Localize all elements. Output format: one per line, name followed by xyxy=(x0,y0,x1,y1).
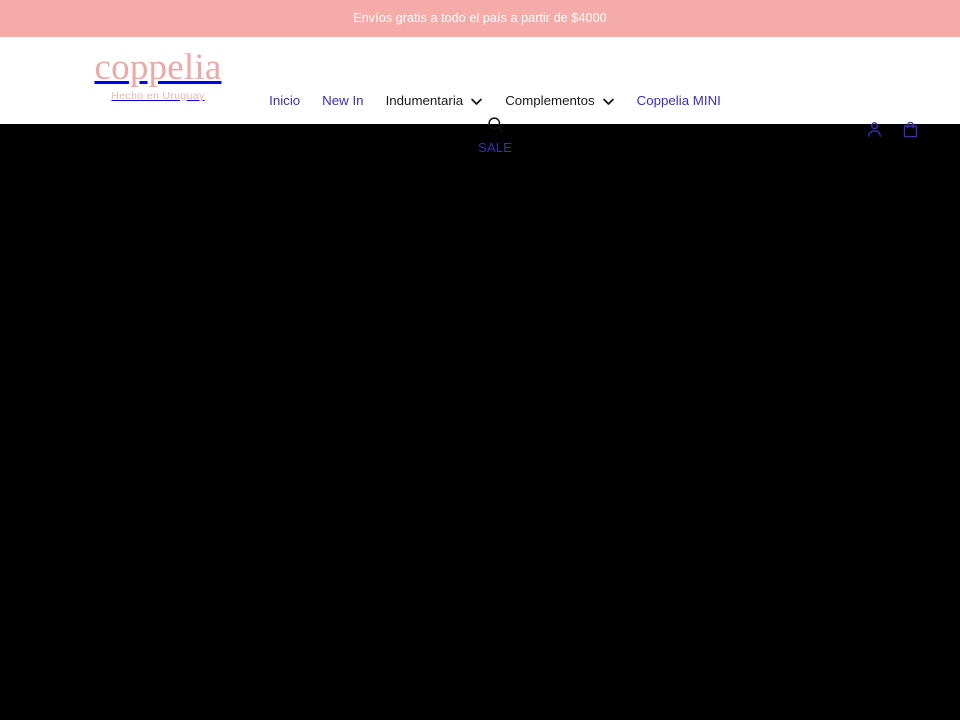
chevron-down-icon xyxy=(602,95,615,108)
nav-item-label: New In xyxy=(322,93,364,108)
nav-item-label: Complementos xyxy=(505,93,595,108)
nav-item-inicio[interactable]: Inicio xyxy=(269,93,301,108)
header-actions xyxy=(862,117,922,141)
announcement-bar: Envíos gratis a todo el país a partir de… xyxy=(0,0,960,37)
nav-secondary-row: SALE xyxy=(255,140,735,156)
nav-item-coppelia-mini[interactable]: Coppelia MINI xyxy=(636,93,721,108)
announcement-text: Envíos gratis a todo el país a partir de… xyxy=(353,11,607,26)
main-content-area xyxy=(0,124,960,720)
chevron-down-icon xyxy=(470,95,483,108)
nav-item-new-in[interactable]: New In xyxy=(322,93,364,108)
logo-wordmark: coppelia xyxy=(94,47,222,88)
site-header: coppelia Hecho en Uruguay Inicio New In … xyxy=(0,37,960,155)
nav-item-label: Indumentaria xyxy=(385,93,464,108)
main-navigation: Inicio New In Indumentaria Complementos … xyxy=(255,94,735,155)
search-icon[interactable] xyxy=(485,114,505,134)
nav-item-label: Inicio xyxy=(269,93,301,108)
nav-item-complementos[interactable]: Complementos xyxy=(505,94,614,107)
logo-tagline: Hecho en Uruguay xyxy=(111,89,205,102)
nav-item-label: Coppelia MINI xyxy=(636,93,721,108)
nav-item-label: SALE xyxy=(477,140,512,156)
nav-item-indumentaria[interactable]: Indumentaria xyxy=(386,94,484,107)
nav-item-sale[interactable]: SALE xyxy=(477,140,512,156)
site-logo[interactable]: coppelia Hecho en Uruguay xyxy=(63,49,253,102)
account-icon[interactable] xyxy=(862,117,886,141)
shopping-bag-icon[interactable] xyxy=(898,117,922,141)
